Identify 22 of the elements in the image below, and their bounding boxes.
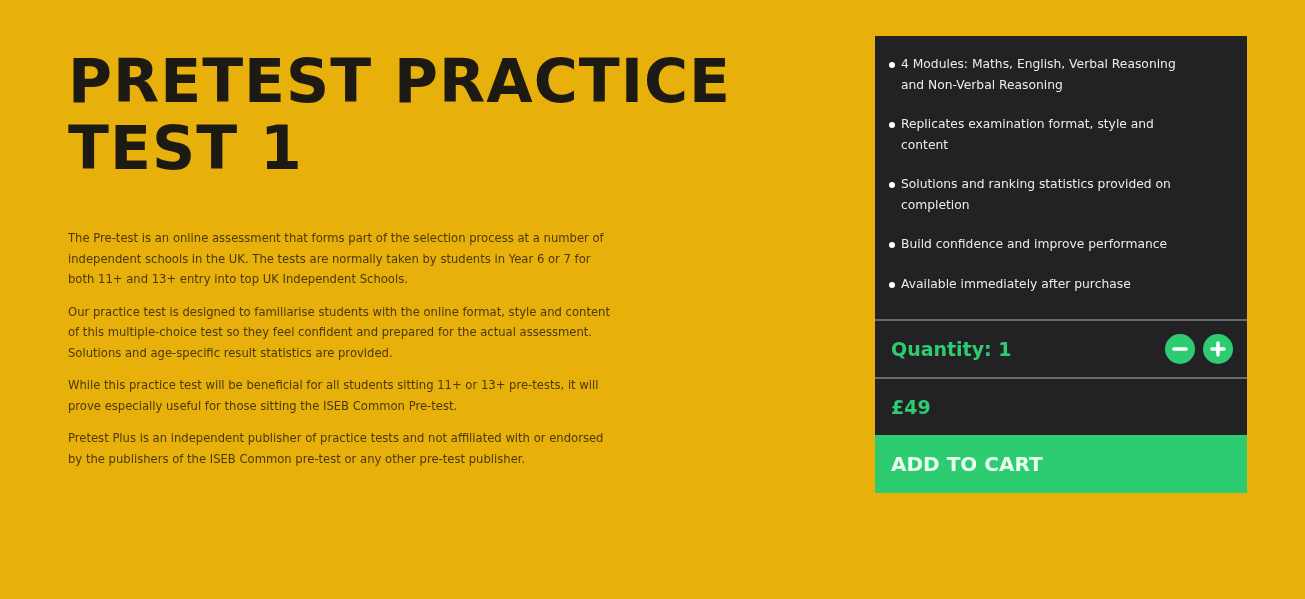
feature-text: Solutions and ranking statistics provided on completion: [901, 176, 1172, 214]
bullet-icon: [889, 122, 895, 128]
feature-text: Replicates examination format, style and content: [901, 116, 1155, 154]
feature-text: 4 Modules: Maths, English, Verbal Reasoning and Non-Verbal Reasoning: [901, 56, 1177, 94]
price-text: £49: [890, 394, 932, 420]
bullet-icon: [889, 182, 895, 188]
decrease-button[interactable]: [1165, 334, 1195, 364]
bullet-icon: [889, 281, 895, 288]
description-paragraph: Pretest Plus is an independent publisher of practice tests and not affiliated with or endorsed by the publishers of the ISEB Common pre-test or any other pre-test publisher.: [68, 430, 605, 468]
description-paragraph: While this practice test will be beneficial for all students sitting 11+ or 13+ pre-tests, it will prove especially useful for those sitting the ISEB Common Pre-test.: [68, 377, 600, 415]
quantity-label: Quantity: 1: [891, 336, 1012, 362]
increase-button[interactable]: [1203, 334, 1233, 364]
bullet-icon: [889, 242, 895, 248]
feature-text: Build confidence and improve performance: [901, 236, 1168, 253]
description-paragraph: The Pre-test is an online assessment that forms part of the selection process at a number of independent schools in the UK. The tests are normally taken by students in Year 6 or 7 for both 11+ and 13+ entry into top UK Independent Schools.: [68, 230, 605, 289]
plus-icon: [1210, 341, 1226, 357]
bullet-icon: [889, 62, 895, 68]
feature-text: Available immediately after purchase: [901, 275, 1131, 293]
page-title: PRETEST PRACTICE TEST 1: [68, 48, 733, 183]
minus-icon: [1172, 347, 1188, 351]
add-to-cart-button[interactable]: ADD TO CART: [875, 435, 1247, 493]
description-paragraph: Our practice test is designed to familiarise students with the online format, style and content of this multiple-choice test so they feel confident and prepared for the actual assessment. Solutions and age-specific result statistics are provided.: [68, 303, 611, 362]
